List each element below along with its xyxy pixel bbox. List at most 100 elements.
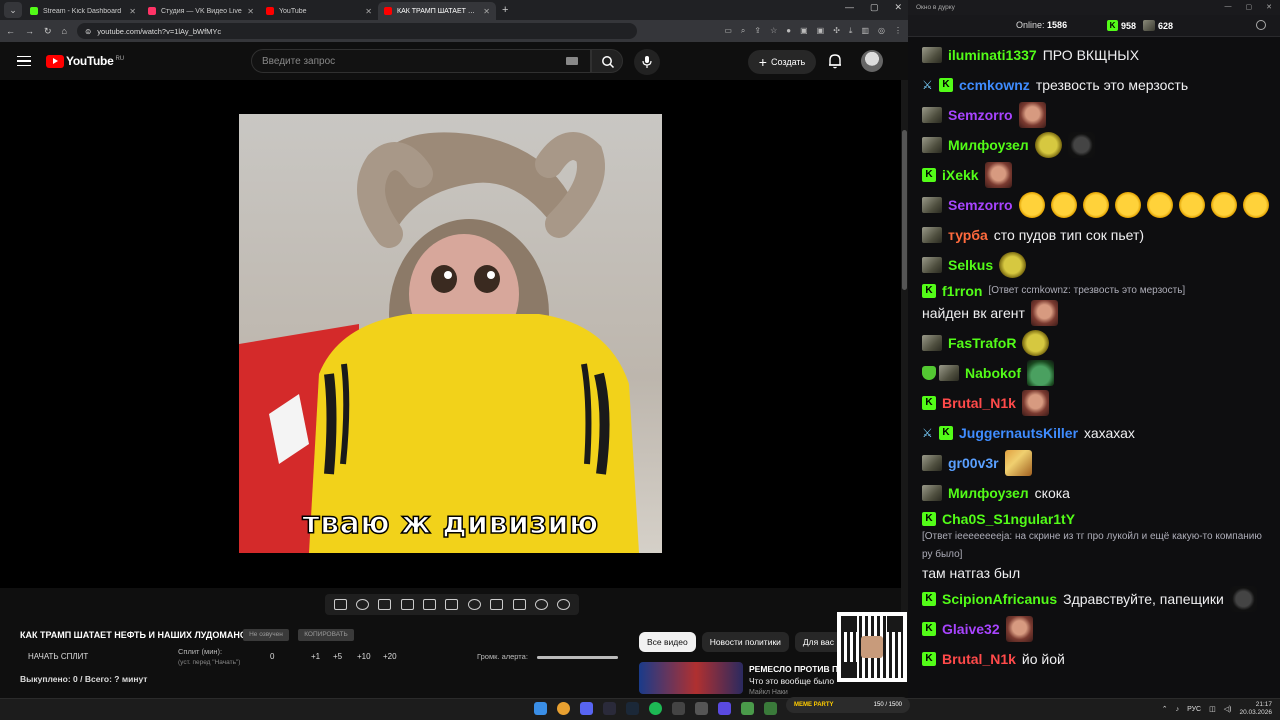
avatar[interactable] bbox=[861, 50, 883, 72]
steam-icon[interactable] bbox=[626, 702, 639, 715]
split-value-button[interactable]: +5 bbox=[333, 652, 357, 661]
zoom-icon[interactable]: ⌕ bbox=[741, 26, 745, 36]
chat-message[interactable]: K Glaive32 bbox=[914, 614, 1274, 644]
video-player[interactable]: тваю ж дивизию bbox=[0, 80, 908, 588]
tab-close-icon[interactable]: ✕ bbox=[365, 7, 372, 16]
chat-message[interactable]: Nabokof bbox=[914, 358, 1274, 388]
chat-message[interactable]: K ScipionAfricanus Здравствуйте, папещики bbox=[914, 584, 1274, 614]
picture-in-picture-icon[interactable] bbox=[423, 599, 437, 610]
chat-username[interactable]: Semzorro bbox=[948, 196, 1013, 214]
chat-username[interactable]: Nabokof bbox=[965, 364, 1021, 382]
browser-tab[interactable]: YouTube ✕ bbox=[260, 2, 378, 20]
flask-icon[interactable] bbox=[534, 599, 548, 610]
broadcast-icon[interactable] bbox=[356, 599, 370, 610]
reload-icon[interactable]: ↻ bbox=[44, 26, 52, 37]
tray-chevron-icon[interactable]: ⌃ bbox=[1162, 705, 1168, 713]
lang-indicator[interactable]: РУС bbox=[1187, 706, 1201, 713]
media-player-icon[interactable] bbox=[718, 702, 731, 715]
chat-username[interactable]: FasTrafoR bbox=[948, 334, 1016, 352]
chat-message[interactable]: K Brutal_N1k йо йой bbox=[914, 644, 1274, 674]
close-icon[interactable]: ✕ bbox=[1266, 3, 1272, 11]
copy-button[interactable]: КОПИРОВАТЬ bbox=[298, 629, 354, 641]
meme-party-widget[interactable]: MEME PARTY 150 / 1500 bbox=[786, 697, 910, 713]
site-info-icon[interactable]: ⊜ bbox=[85, 27, 91, 36]
alert-volume-slider[interactable] bbox=[537, 656, 618, 659]
chat-username[interactable]: gr00v3r bbox=[948, 454, 999, 472]
recommended-video[interactable]: РЕМЕСЛО ПРОТИВ ПУ Что это вообще было Ма… bbox=[639, 660, 843, 696]
create-button[interactable]: + Создать bbox=[748, 50, 816, 74]
chat-message-list[interactable]: iluminati1337 ПРО ВКЩНЫХ ⚔ Kccmkownz трезвос… bbox=[914, 40, 1274, 692]
microphone-tray-icon[interactable]: ♪ bbox=[1176, 706, 1180, 713]
chat-message[interactable]: K Brutal_N1k bbox=[914, 388, 1274, 418]
chat-username[interactable]: f1rron bbox=[942, 282, 982, 300]
chat-username[interactable]: Brutal_N1k bbox=[942, 650, 1016, 668]
no-sound-chip[interactable]: Не озвучен bbox=[243, 629, 289, 641]
chrome-icon[interactable] bbox=[557, 702, 570, 715]
profile-icon[interactable]: ◎ bbox=[878, 26, 885, 36]
download-icon[interactable]: ⤓ bbox=[849, 26, 853, 36]
chat-message[interactable]: Милфоузел скока bbox=[914, 478, 1274, 508]
recommended-title[interactable]: РЕМЕСЛО ПРОТИВ ПУ bbox=[749, 664, 843, 674]
app-icon[interactable] bbox=[741, 702, 754, 715]
split-value-button[interactable]: +1 bbox=[311, 652, 333, 661]
windows-start-icon[interactable] bbox=[534, 702, 547, 715]
page-scrollbar[interactable] bbox=[901, 80, 908, 700]
start-split-button[interactable]: НАЧАТЬ СПЛИТ bbox=[28, 652, 88, 661]
chat-message[interactable]: ⚔ Kccmkownz трезвость это мерзость bbox=[914, 70, 1274, 100]
network-icon[interactable]: ◫ bbox=[1209, 705, 1216, 713]
chat-username[interactable]: Brutal_N1k bbox=[942, 394, 1016, 412]
split-value-button[interactable]: +20 bbox=[383, 652, 397, 661]
settings-gear-icon[interactable] bbox=[557, 599, 571, 610]
chat-username[interactable]: JuggernautsKiller bbox=[959, 424, 1078, 442]
extension-icon[interactable]: ▣ bbox=[800, 26, 808, 36]
chat-message[interactable]: K Cha0S_S1ngular1tY [Ответ ieeeeeeeeja: на… bbox=[914, 508, 1274, 584]
back-icon[interactable]: ← bbox=[6, 26, 15, 36]
add-clip-icon[interactable] bbox=[490, 599, 504, 610]
forward-icon[interactable]: → bbox=[25, 26, 34, 36]
chat-username[interactable]: ScipionAfricanus bbox=[942, 590, 1057, 608]
clock[interactable]: 21:17 20.03.2026 bbox=[1239, 701, 1272, 717]
spotify-icon[interactable] bbox=[649, 702, 662, 715]
menu-icon[interactable] bbox=[17, 55, 31, 67]
speed-icon[interactable] bbox=[467, 599, 481, 610]
chat-message[interactable]: Kf1rron [Ответ ccmkownz: трезвость это ме… bbox=[914, 280, 1274, 328]
chat-username[interactable]: Glaive32 bbox=[942, 620, 1000, 638]
voice-search-button[interactable] bbox=[634, 49, 660, 75]
menu-dots-icon[interactable]: ⋮ bbox=[894, 26, 902, 36]
chat-message[interactable]: Милфоузел bbox=[914, 130, 1274, 160]
split-value-button[interactable]: +10 bbox=[357, 652, 383, 661]
share-icon[interactable]: ⇪ bbox=[754, 26, 761, 36]
bookmark-star-icon[interactable]: ☆ bbox=[770, 26, 777, 36]
chat-message[interactable]: ⚔ K JuggernautsKiller хахахах bbox=[914, 418, 1274, 448]
loop-icon[interactable] bbox=[333, 599, 347, 610]
notifications-bell-icon[interactable] bbox=[826, 52, 844, 70]
chat-settings-icon[interactable] bbox=[1256, 20, 1266, 30]
chat-message[interactable]: iluminati1337 ПРО ВКЩНЫХ bbox=[914, 40, 1274, 70]
search-input[interactable]: Введите запрос bbox=[251, 49, 591, 73]
tab-close-icon[interactable]: ✕ bbox=[247, 7, 254, 16]
address-bar[interactable]: ⊜ youtube.com/watch?v=1lAy_bWfMYc bbox=[76, 23, 637, 39]
browser-tab[interactable]: Студия — VK Видео Live ✕ bbox=[142, 2, 260, 20]
chat-username[interactable]: турба bbox=[948, 226, 988, 244]
keyboard-icon[interactable] bbox=[566, 57, 578, 65]
chat-username[interactable]: Милфоузел bbox=[948, 136, 1029, 154]
recommended-author[interactable]: Майкл Наки bbox=[749, 689, 788, 696]
chat-message[interactable]: Semzorro bbox=[914, 100, 1274, 130]
chat-message[interactable]: Semzorro bbox=[914, 190, 1274, 220]
search-button[interactable] bbox=[591, 49, 623, 73]
home-icon[interactable]: ⌂ bbox=[62, 26, 67, 36]
extensions-puzzle-icon[interactable]: ✣ bbox=[833, 26, 840, 36]
chat-message[interactable]: FasTrafoR bbox=[914, 328, 1274, 358]
extension-icon[interactable]: ▣ bbox=[817, 26, 825, 36]
maximize-icon[interactable]: ▢ bbox=[870, 2, 879, 13]
chat-username[interactable]: ccmkownz bbox=[959, 76, 1030, 94]
new-tab-button[interactable]: + bbox=[502, 4, 508, 16]
browser-tab[interactable]: КАК ТРАМП ШАТАЕТ НЕФ ✕ bbox=[378, 2, 496, 20]
minimize-icon[interactable]: — bbox=[845, 2, 854, 13]
chat-message[interactable]: gr00v3r bbox=[914, 448, 1274, 478]
cast-icon[interactable]: ▭ bbox=[724, 26, 732, 36]
video-frame[interactable]: тваю ж дивизию bbox=[239, 114, 662, 553]
film-icon[interactable] bbox=[445, 599, 459, 610]
chat-username[interactable]: Cha0S_S1ngular1tY bbox=[942, 510, 1075, 528]
chat-message[interactable]: KiXekk bbox=[914, 160, 1274, 190]
